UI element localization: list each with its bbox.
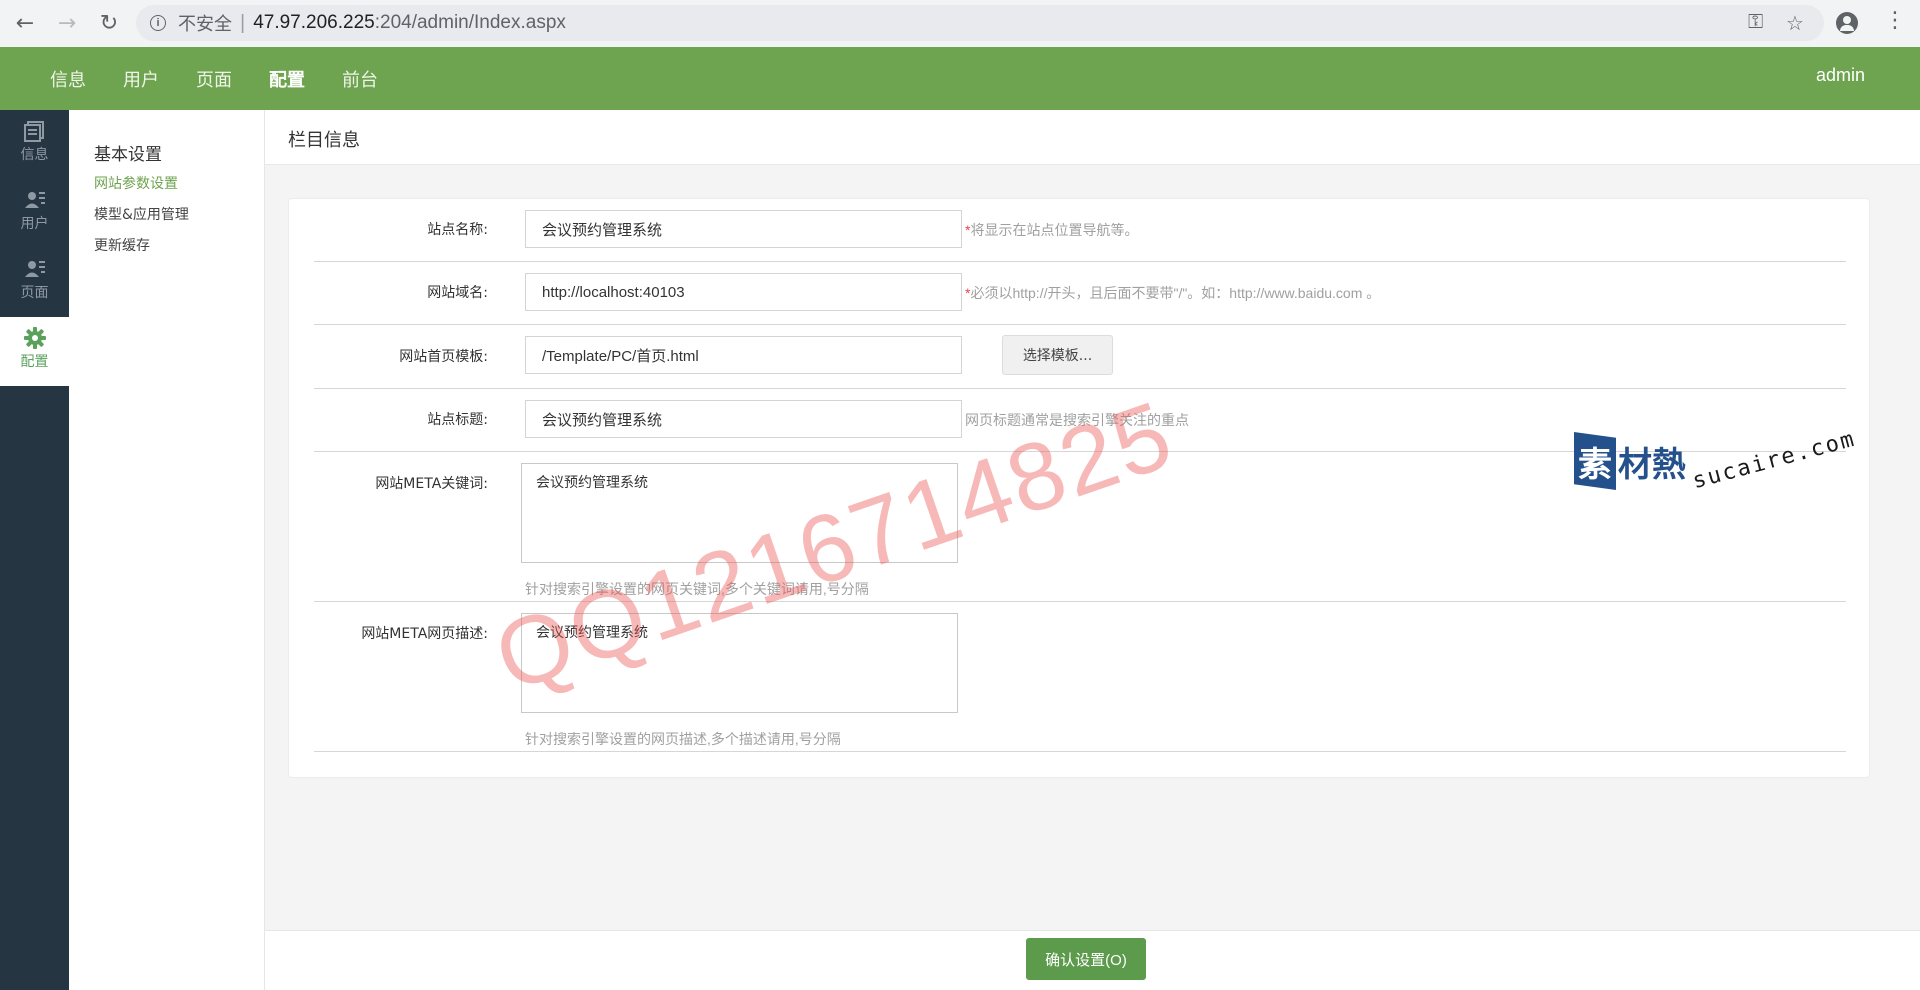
domain-input[interactable]: http://localhost:40103 xyxy=(525,273,962,311)
current-user[interactable]: admin xyxy=(1816,65,1865,86)
bookmark-star-icon[interactable]: ☆ xyxy=(1786,11,1804,36)
topnav-info[interactable]: 信息 xyxy=(50,66,86,92)
form-footer: 确认设置(O) xyxy=(265,930,1920,990)
site-name-label: 站点名称: xyxy=(427,222,488,238)
form-row-domain: 网站域名: http://localhost:40103 *必须以http://… xyxy=(314,262,1846,325)
document-icon xyxy=(23,121,44,142)
topnav-pages[interactable]: 页面 xyxy=(196,66,232,92)
form-row-template: 网站首页模板: /Template/PC/首页.html 选择模板... xyxy=(314,325,1846,389)
settings-form: 站点名称: 会议预约管理系统 *将显示在站点位置导航等。 网站域名: http:… xyxy=(288,198,1870,778)
meta-description-hint: 针对搜索引擎设置的网页描述,多个描述请用,号分隔 xyxy=(525,731,841,747)
topnav-users[interactable]: 用户 xyxy=(123,66,159,92)
submenu-model-apps[interactable]: 模型&应用管理 xyxy=(94,204,189,224)
main-content: 栏目信息 站点名称: 会议预约管理系统 *将显示在站点位置导航等。 网站域名: … xyxy=(265,110,1920,990)
site-name-hint-text: 将显示在站点位置导航等。 xyxy=(970,222,1139,238)
top-navigation: 信息 用户 页面 配置 前台 xyxy=(50,47,415,110)
confirm-settings-button[interactable]: 确认设置(O) xyxy=(1026,938,1146,980)
template-input[interactable]: /Template/PC/首页.html xyxy=(525,336,962,374)
rail-item-info[interactable]: 信息 xyxy=(0,110,69,179)
domain-label: 网站域名: xyxy=(427,285,488,301)
insecure-label: 不安全 xyxy=(178,14,232,35)
form-row-site-name: 站点名称: 会议预约管理系统 *将显示在站点位置导航等。 xyxy=(314,199,1846,262)
page-title: 栏目信息 xyxy=(288,130,360,151)
rail-label: 页面 xyxy=(20,285,49,301)
form-row-site-title: 站点标题: 会议预约管理系统 网页标题通常是搜索引擎关注的重点 xyxy=(314,389,1846,452)
app-header: 信息 用户 页面 配置 前台 admin xyxy=(0,47,1920,110)
topnav-frontend[interactable]: 前台 xyxy=(342,66,378,92)
icon-sidebar: 信息 用户 页面 配置 xyxy=(0,110,69,990)
url-host: 47.97.206.225 xyxy=(253,12,375,33)
meta-description-textarea[interactable]: 会议预约管理系统 xyxy=(521,613,958,713)
submenu-update-cache[interactable]: 更新缓存 xyxy=(94,235,150,255)
reload-icon[interactable]: ↻ xyxy=(90,8,128,38)
rail-label: 配置 xyxy=(20,354,49,370)
meta-description-label: 网站META网页描述: xyxy=(361,626,488,642)
site-title-hint: 网页标题通常是搜索引擎关注的重点 xyxy=(965,412,1189,428)
topnav-config[interactable]: 配置 xyxy=(269,66,305,92)
site-title-label: 站点标题: xyxy=(427,412,488,428)
site-name-hint: *将显示在站点位置导航等。 xyxy=(965,220,1138,240)
rail-item-pages[interactable]: 页面 xyxy=(0,248,69,317)
back-arrow-icon[interactable]: ← xyxy=(6,8,44,38)
site-info-icon[interactable]: i xyxy=(150,15,166,31)
rail-item-users[interactable]: 用户 xyxy=(0,179,69,248)
gear-icon xyxy=(23,327,46,349)
rail-label: 信息 xyxy=(20,147,49,163)
settings-submenu: 基本设置 网站参数设置 模型&应用管理 更新缓存 xyxy=(69,110,265,990)
meta-keywords-hint: 针对搜索引擎设置的网页关键词,多个关键词请用,号分隔 xyxy=(525,581,869,597)
key-icon[interactable]: ⚿ xyxy=(1748,11,1763,34)
profile-avatar-icon[interactable] xyxy=(1836,12,1858,34)
address-bar[interactable]: i 不安全 | 47.97.206.225:204/admin/Index.as… xyxy=(136,5,1824,41)
browser-toolbar: ← → ↻ i 不安全 | 47.97.206.225:204/admin/In… xyxy=(0,0,1920,47)
content-header: 栏目信息 xyxy=(265,110,1920,165)
site-name-input[interactable]: 会议预约管理系统 xyxy=(525,210,962,248)
meta-keywords-label: 网站META关键词: xyxy=(375,476,488,492)
rail-label: 用户 xyxy=(20,216,49,232)
form-row-meta-keywords: 网站META关键词: 会议预约管理系统 针对搜索引擎设置的网页关键词,多个关键词… xyxy=(314,452,1846,602)
more-menu-icon[interactable]: ⋮ xyxy=(1884,8,1906,33)
domain-hint-text: 必须以http://开头，且后面不要带"/"。如：http://www.baid… xyxy=(970,285,1381,301)
choose-template-button[interactable]: 选择模板... xyxy=(1002,335,1113,375)
domain-hint: *必须以http://开头，且后面不要带"/"。如：http://www.bai… xyxy=(965,283,1380,303)
meta-keywords-textarea[interactable]: 会议预约管理系统 xyxy=(521,463,958,563)
user-list-icon xyxy=(24,261,45,277)
submenu-site-params[interactable]: 网站参数设置 xyxy=(94,173,178,193)
site-title-input[interactable]: 会议预约管理系统 xyxy=(525,400,962,438)
template-label: 网站首页模板: xyxy=(399,349,488,365)
user-list-icon xyxy=(24,192,45,208)
rail-item-config[interactable]: 配置 xyxy=(0,317,69,386)
forward-arrow-icon[interactable]: → xyxy=(48,8,86,38)
submenu-title: 基本设置 xyxy=(94,145,162,165)
url-path: :204/admin/Index.aspx xyxy=(374,12,566,33)
form-row-meta-description: 网站META网页描述: 会议预约管理系统 针对搜索引擎设置的网页描述,多个描述请… xyxy=(314,602,1846,752)
address-separator: | xyxy=(240,11,246,34)
